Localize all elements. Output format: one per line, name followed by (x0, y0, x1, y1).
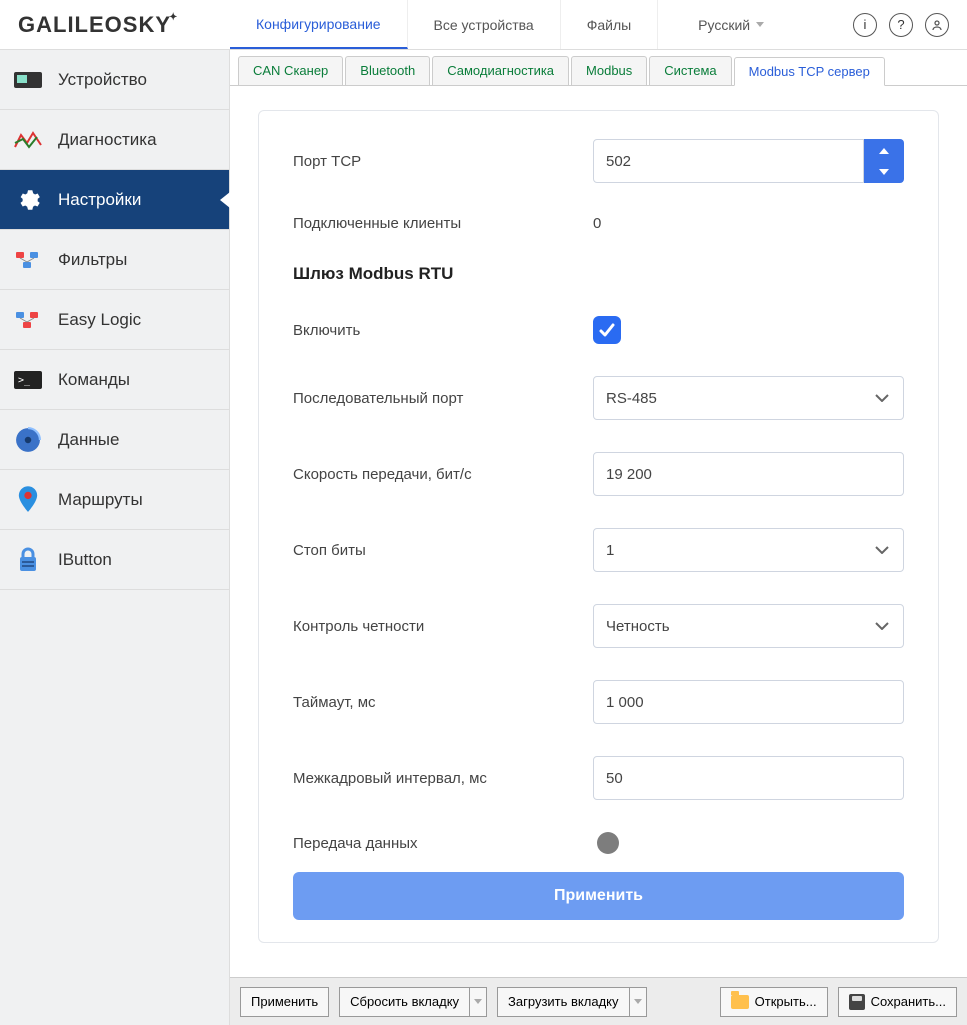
sidebar-item-diagnostics[interactable]: Диагностика (0, 110, 229, 170)
diagnostics-icon (12, 126, 44, 154)
load-tab-dropdown[interactable] (629, 987, 647, 1017)
topbar: GALILEOSKY✦ Конфигурирование Все устройс… (0, 0, 967, 50)
parity-select[interactable]: Четность (593, 604, 904, 648)
folder-icon (731, 995, 749, 1009)
sidebar-item-data[interactable]: Данные (0, 410, 229, 470)
check-icon (599, 323, 615, 337)
reset-tab-button[interactable]: Сбросить вкладку (339, 987, 469, 1017)
sidebar-item-filters[interactable]: Фильтры (0, 230, 229, 290)
save-icon (849, 994, 865, 1010)
load-tab-button[interactable]: Загрузить вкладку (497, 987, 628, 1017)
open-button[interactable]: Открыть... (720, 987, 828, 1017)
subtabs: CAN Сканер Bluetooth Самодиагностика Mod… (230, 50, 967, 86)
sidebar-item-settings[interactable]: Настройки (0, 170, 229, 230)
serial-port-select[interactable]: RS-485 (593, 376, 904, 420)
sidebar-item-device[interactable]: Устройство (0, 50, 229, 110)
disc-icon (12, 426, 44, 454)
chevron-down-icon (875, 394, 889, 402)
filters-icon (12, 246, 44, 274)
top-tabs: Конфигурирование Все устройства Файлы (230, 0, 658, 49)
transmit-label: Передача данных (293, 835, 593, 852)
gear-icon (12, 186, 44, 214)
sidebar-item-easylogic[interactable]: Easy Logic (0, 290, 229, 350)
subtab-can-scanner[interactable]: CAN Сканер (238, 56, 343, 85)
lock-icon (12, 546, 44, 574)
subtab-modbus-tcp-server[interactable]: Modbus TCP сервер (734, 57, 885, 86)
tab-config[interactable]: Конфигурирование (230, 0, 408, 49)
transmit-indicator (597, 832, 619, 854)
baud-label: Скорость передачи, бит/с (293, 466, 593, 483)
clients-value: 0 (593, 215, 904, 232)
chevron-down-icon (875, 622, 889, 630)
svg-text:>_: >_ (18, 375, 31, 386)
language-selector[interactable]: Русский (698, 17, 764, 33)
spin-up-icon[interactable] (864, 140, 903, 161)
device-icon (12, 66, 44, 94)
easylogic-icon (12, 306, 44, 334)
logo: GALILEOSKY✦ (0, 12, 230, 38)
sidebar-item-routes[interactable]: Маршруты (0, 470, 229, 530)
interframe-label: Межкадровый интервал, мс (293, 770, 593, 787)
clients-label: Подключенные клиенты (293, 215, 593, 232)
parity-label: Контроль четности (293, 618, 593, 635)
info-icon[interactable]: i (853, 13, 877, 37)
settings-panel: Порт TCP Подключенны (258, 110, 939, 943)
sidebar-item-ibutton[interactable]: IButton (0, 530, 229, 590)
user-icon[interactable] (925, 13, 949, 37)
gateway-heading: Шлюз Modbus RTU (293, 264, 904, 284)
pin-icon (12, 486, 44, 514)
tcp-port-spinner[interactable] (864, 139, 904, 183)
subtab-system[interactable]: Система (649, 56, 731, 85)
subtab-bluetooth[interactable]: Bluetooth (345, 56, 430, 85)
chevron-down-icon (634, 999, 642, 1004)
help-icon[interactable]: ? (889, 13, 913, 37)
tab-files[interactable]: Файлы (561, 0, 658, 49)
serial-port-label: Последовательный порт (293, 390, 593, 407)
timeout-label: Таймаут, мс (293, 694, 593, 711)
chevron-down-icon (474, 999, 482, 1004)
chevron-down-icon (875, 546, 889, 554)
content: CAN Сканер Bluetooth Самодиагностика Mod… (230, 50, 967, 1025)
tcp-port-input[interactable] (593, 139, 864, 183)
bottombar: Применить Сбросить вкладку Загрузить вкл… (230, 977, 967, 1025)
apply-button[interactable]: Применить (293, 872, 904, 920)
enable-label: Включить (293, 322, 593, 339)
stopbits-label: Стоп биты (293, 542, 593, 559)
chevron-down-icon (756, 22, 764, 27)
spin-down-icon[interactable] (864, 161, 903, 182)
subtab-modbus[interactable]: Modbus (571, 56, 647, 85)
baud-input[interactable] (593, 452, 904, 496)
tcp-port-label: Порт TCP (293, 153, 593, 170)
enable-checkbox[interactable] (593, 316, 621, 344)
timeout-input[interactable] (593, 680, 904, 724)
tab-all-devices[interactable]: Все устройства (408, 0, 561, 49)
reset-tab-dropdown[interactable] (469, 987, 487, 1017)
subtab-selfdiag[interactable]: Самодиагностика (432, 56, 569, 85)
sidebar-item-commands[interactable]: >_ Команды (0, 350, 229, 410)
terminal-icon: >_ (12, 366, 44, 394)
bottom-apply-button[interactable]: Применить (240, 987, 329, 1017)
sidebar: Устройство Диагностика Настройки Фильтры… (0, 50, 230, 1025)
interframe-input[interactable] (593, 756, 904, 800)
stopbits-select[interactable]: 1 (593, 528, 904, 572)
save-button[interactable]: Сохранить... (838, 987, 957, 1017)
